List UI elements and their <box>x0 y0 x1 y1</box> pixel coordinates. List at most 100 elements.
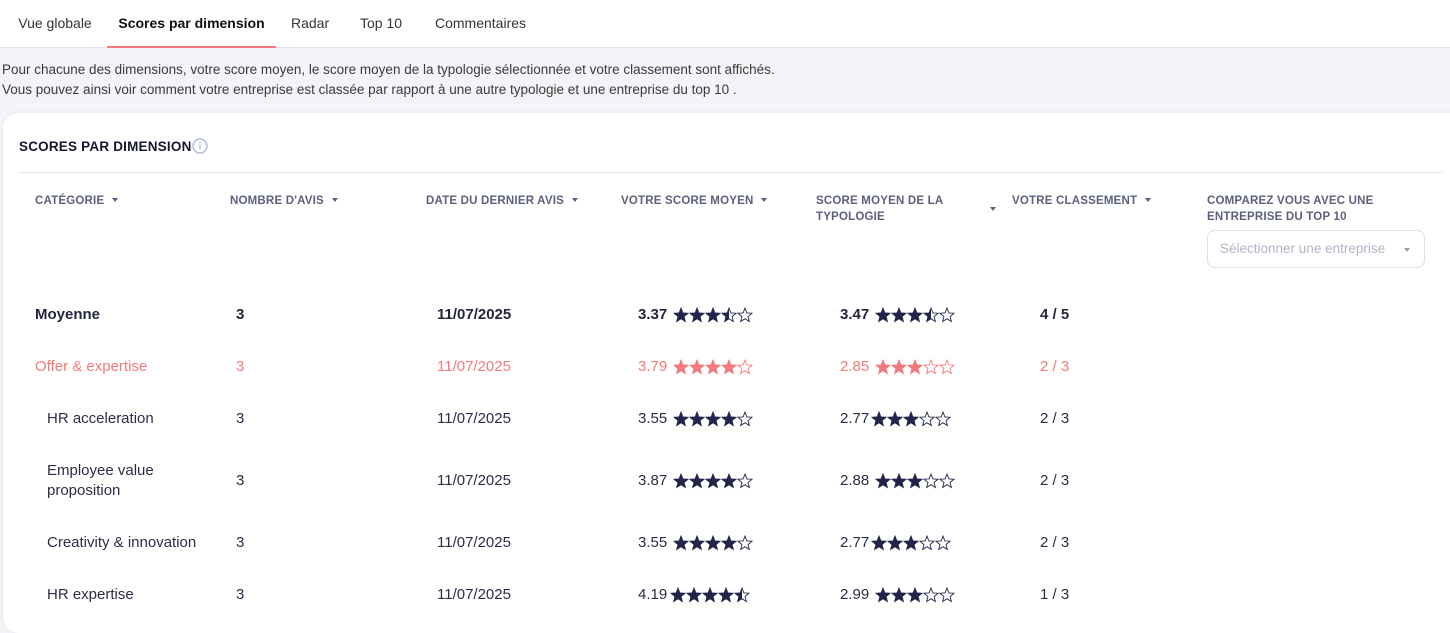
info-icon[interactable] <box>192 138 208 154</box>
star-outline <box>938 307 955 323</box>
star-filled <box>718 588 734 602</box>
star-outline <box>736 307 753 323</box>
star-outline <box>736 359 753 375</box>
row-date: 11/07/2025 <box>437 586 511 603</box>
star-filled <box>689 360 705 374</box>
star-filled <box>907 588 923 602</box>
score-stars-icon <box>673 473 753 489</box>
sort-caret-icon <box>1145 197 1152 202</box>
star-filled <box>903 536 919 550</box>
title-divider <box>19 172 1443 173</box>
star-filled <box>721 536 737 550</box>
row-score: 3.55 <box>638 534 668 551</box>
company-select[interactable]: Sélectionner une entreprise <box>1207 230 1425 268</box>
star-filled <box>875 588 891 602</box>
star-filled <box>903 412 919 426</box>
row-category: Offer & expertise <box>35 358 148 375</box>
tab-scores-par-dimension[interactable]: Scores par dimension <box>107 0 276 48</box>
star-filled <box>875 308 891 322</box>
star-filled <box>705 412 721 426</box>
tab-radar[interactable]: Radar <box>291 0 329 48</box>
star-outline <box>934 535 951 551</box>
sort-caret-icon[interactable] <box>990 207 996 211</box>
star-filled <box>887 412 903 426</box>
row-date: 11/07/2025 <box>437 410 511 427</box>
row-typology-score: 3.47 <box>840 306 870 323</box>
star-filled <box>907 360 923 374</box>
row-reviews: 3 <box>236 306 245 323</box>
chevron-down-icon <box>1404 248 1410 252</box>
row-rank: 2 / 3 <box>1040 534 1070 551</box>
star-outline <box>938 359 955 375</box>
typology-stars-icon <box>875 307 955 323</box>
row-reviews: 3 <box>236 534 245 551</box>
scores-card: SCORES PAR DIMENSION CATÉGORIE NOMBRE D'… <box>3 113 1450 633</box>
star-filled <box>871 412 887 426</box>
star-filled <box>721 360 737 374</box>
star-filled <box>673 308 689 322</box>
header-last-date[interactable]: DATE DU DERNIER AVIS <box>426 193 578 209</box>
sort-caret-icon <box>331 197 338 202</box>
star-filled <box>705 474 721 488</box>
star-filled <box>891 588 907 602</box>
star-outline <box>922 359 940 375</box>
intro-text: Pour chacune des dimensions, votre score… <box>2 60 775 100</box>
star-outline <box>938 473 955 489</box>
star-filled <box>721 412 737 426</box>
star-filled <box>673 536 689 550</box>
row-rank: 2 / 3 <box>1040 472 1070 489</box>
company-select-placeholder: Sélectionner une entreprise <box>1220 241 1386 256</box>
star-filled <box>875 360 891 374</box>
star-filled <box>702 588 718 602</box>
star-filled <box>721 474 737 488</box>
star-filled <box>887 536 903 550</box>
row-category: Creativity & innovation <box>47 534 197 551</box>
star-filled <box>689 412 705 426</box>
tab-commentaires[interactable]: Commentaires <box>434 0 527 48</box>
star-filled <box>689 474 705 488</box>
star-outline <box>736 411 753 427</box>
typology-stars-icon <box>871 411 951 427</box>
row-score: 4.19 <box>638 586 668 603</box>
star-filled <box>891 308 907 322</box>
star-filled <box>689 308 705 322</box>
star-filled <box>907 308 923 322</box>
row-category: HR expertise <box>47 586 134 603</box>
header-reviews[interactable]: NOMBRE D'AVIS <box>230 193 338 209</box>
intro-line-2: Vous pouvez ainsi voir comment votre ent… <box>2 82 737 97</box>
row-date: 11/07/2025 <box>437 534 511 551</box>
tab-bar: Vue globale Scores par dimension Radar T… <box>0 0 1450 48</box>
header-ranking[interactable]: VOTRE CLASSEMENT <box>1012 193 1152 209</box>
star-outline <box>736 535 753 551</box>
score-stars-icon <box>673 359 753 375</box>
star-filled <box>689 536 705 550</box>
row-rank: 4 / 5 <box>1040 306 1070 323</box>
tab-vue-globale[interactable]: Vue globale <box>18 0 92 48</box>
row-category: Moyenne <box>35 306 101 323</box>
row-typology-score: 2.88 <box>840 472 870 489</box>
score-stars-icon <box>670 587 750 603</box>
star-filled <box>871 536 887 550</box>
row-rank: 2 / 3 <box>1040 358 1070 375</box>
row-date: 11/07/2025 <box>437 472 511 489</box>
row-date: 11/07/2025 <box>437 358 511 375</box>
score-stars-icon <box>673 535 753 551</box>
star-outline <box>938 587 955 603</box>
star-filled <box>705 308 721 322</box>
typology-stars-icon <box>875 587 955 603</box>
header-category[interactable]: CATÉGORIE <box>35 193 119 209</box>
typology-stars-icon <box>875 359 955 375</box>
row-typology-score: 2.99 <box>840 586 870 603</box>
star-filled <box>705 360 721 374</box>
star-outline <box>918 411 936 427</box>
score-stars-icon <box>673 411 753 427</box>
star-filled <box>673 474 689 488</box>
header-your-score[interactable]: VOTRE SCORE MOYEN <box>621 193 768 209</box>
sort-caret-icon <box>112 197 119 202</box>
star-filled <box>891 474 907 488</box>
row-rank: 1 / 3 <box>1040 586 1070 603</box>
header-typology-score[interactable]: SCORE MOYEN DE LA TYPOLOGIE <box>816 193 943 225</box>
tab-top-10[interactable]: Top 10 <box>359 0 403 48</box>
star-outline <box>922 473 940 489</box>
star-filled <box>673 360 689 374</box>
